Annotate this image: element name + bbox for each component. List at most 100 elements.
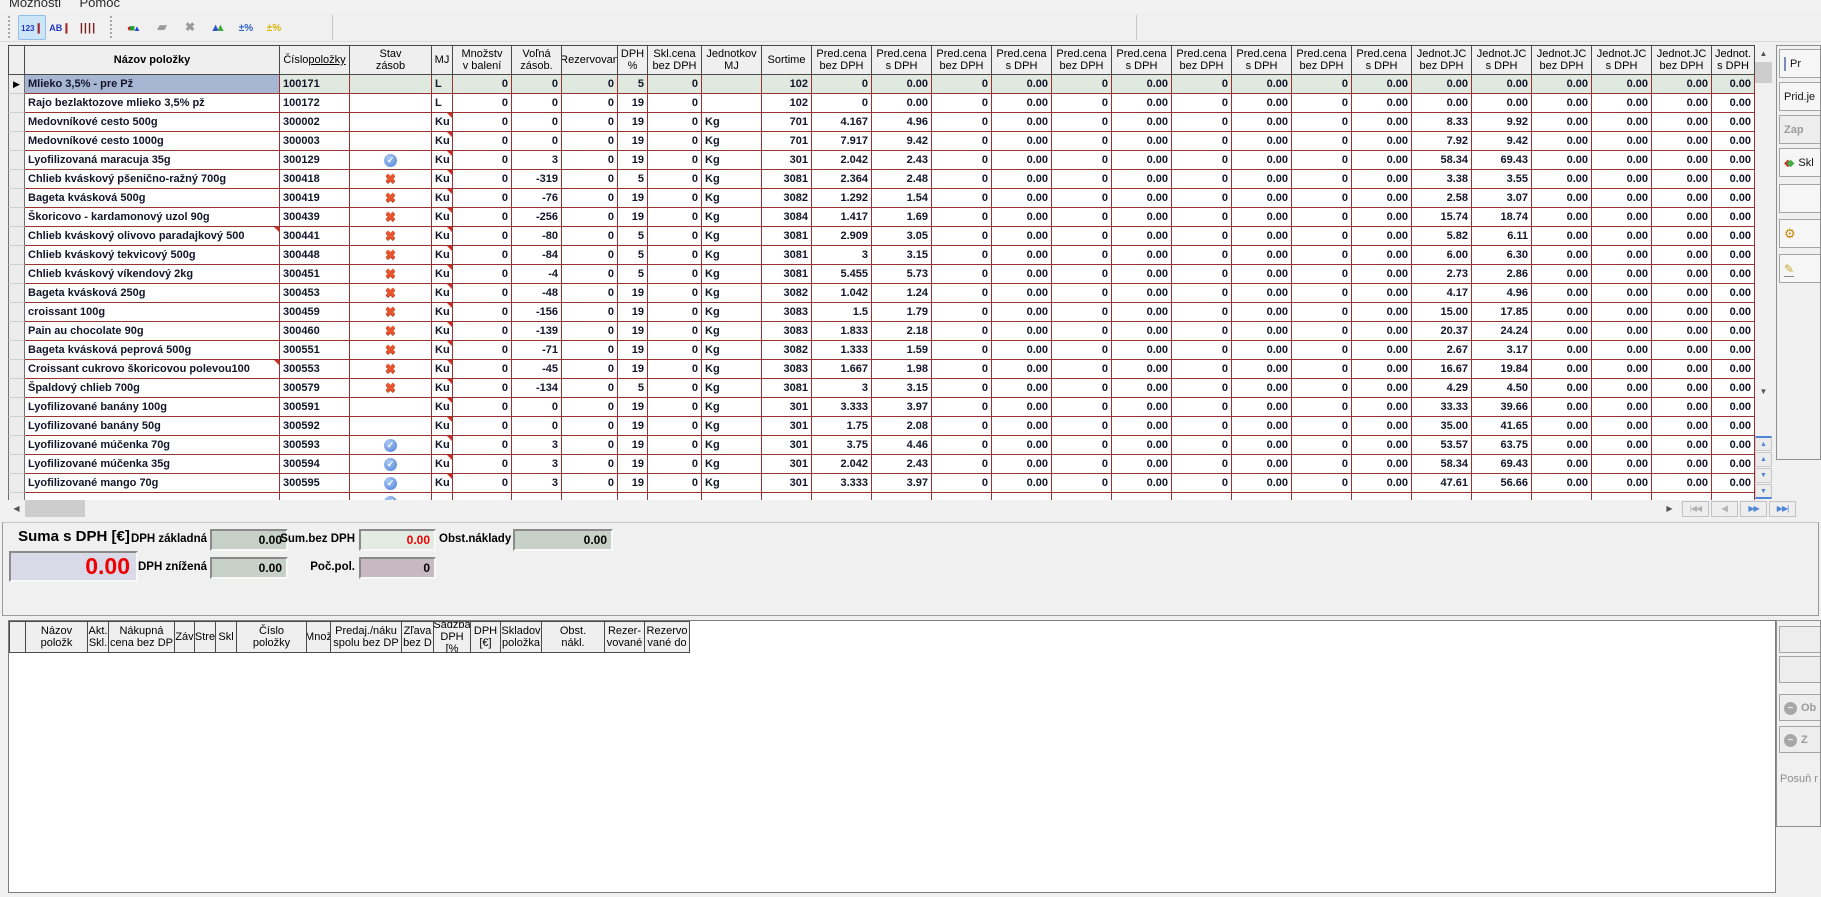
grid-cell[interactable]: 0.00 — [1232, 360, 1292, 379]
grid-cell[interactable]: 0.00 — [1532, 75, 1592, 94]
lower-panel-button-stamp-down[interactable] — [1779, 656, 1821, 683]
grid-cell[interactable]: 19 — [618, 360, 648, 379]
grid-cell[interactable]: 0 — [1172, 455, 1232, 474]
column-header[interactable]: DPH% — [618, 45, 648, 75]
grid-cell[interactable]: 0.00 — [1712, 303, 1755, 322]
grid-cell[interactable]: ✖ — [350, 360, 432, 379]
column-header[interactable]: Pred.cenabez DPH — [1292, 45, 1352, 75]
grid-cell[interactable]: 0 — [1292, 341, 1352, 360]
grid-cell[interactable]: 0 — [562, 436, 618, 455]
grid-cell[interactable]: 0.00 — [1112, 379, 1172, 398]
grid-cell[interactable] — [350, 132, 432, 151]
grid-cell[interactable]: 0.00 — [1352, 417, 1412, 436]
grid-cell[interactable]: 0.00 — [1532, 379, 1592, 398]
grid-cell[interactable]: 0.00 — [1532, 94, 1592, 113]
grid-cell[interactable]: 3.07 — [1472, 189, 1532, 208]
grid-cell[interactable]: 0 — [562, 322, 618, 341]
row-selector[interactable] — [8, 417, 25, 436]
grid-cell[interactable]: 1.5 — [812, 303, 872, 322]
grid-cell[interactable]: 0 — [932, 189, 992, 208]
grid-cell[interactable]: Kg — [702, 227, 762, 246]
grid-cell[interactable]: 0.00 — [1712, 170, 1755, 189]
grid-cell[interactable]: 19 — [618, 398, 648, 417]
toolbar-percent-blue-button[interactable]: ±% — [232, 15, 260, 40]
grid-cell[interactable]: 0 — [648, 474, 702, 493]
grid-cell[interactable]: 0.00 — [1712, 322, 1755, 341]
grid-cell[interactable]: 0.00 — [1652, 208, 1712, 227]
grid-cell[interactable]: 3084 — [762, 208, 812, 227]
grid-cell[interactable]: Mlieko 3,5% - pre Pž — [25, 75, 280, 94]
grid-cell[interactable]: 0.00 — [1532, 322, 1592, 341]
table-row[interactable]: Chlieb kváskový olivovo paradajkový 5003… — [8, 227, 1755, 246]
grid-cell[interactable]: 0 — [1172, 132, 1232, 151]
grid-cell[interactable]: 300553 — [280, 360, 350, 379]
grid-cell[interactable]: 9.92 — [1472, 113, 1532, 132]
grid-cell[interactable]: 300419 — [280, 189, 350, 208]
grid-cell[interactable]: Ku — [432, 455, 453, 474]
grid-cell[interactable]: 0.00 — [1352, 151, 1412, 170]
grid-cell[interactable]: 3081 — [762, 265, 812, 284]
grid-cell[interactable]: 0 — [1052, 417, 1112, 436]
grid-cell[interactable]: 0 — [1172, 341, 1232, 360]
grid-cell[interactable]: 0.00 — [1232, 417, 1292, 436]
grid-cell[interactable]: 0 — [562, 113, 618, 132]
grid-cell[interactable]: 0.00 — [1652, 341, 1712, 360]
grid-cell[interactable]: Lyofilizované múčenka 35g — [25, 455, 280, 474]
row-selector[interactable] — [8, 493, 25, 500]
grid-cell[interactable]: ✖ — [350, 322, 432, 341]
grid-cell[interactable]: 0.00 — [992, 75, 1052, 94]
grid-cell[interactable]: 0.00 — [1112, 170, 1172, 189]
grid-cell[interactable]: 0 — [1172, 75, 1232, 94]
grid-cell[interactable]: 0.00 — [1112, 227, 1172, 246]
grid-cell[interactable]: Ku — [432, 265, 453, 284]
grid-cell[interactable]: 0.00 — [1712, 189, 1755, 208]
grid-cell[interactable]: 3081 — [762, 227, 812, 246]
grid-cell[interactable]: 0 — [453, 151, 512, 170]
grid-cell[interactable]: 0.00 — [992, 246, 1052, 265]
grid-cell[interactable]: 3081 — [762, 379, 812, 398]
grid-cell[interactable]: 0 — [1172, 151, 1232, 170]
grid-cell[interactable]: 2.042 — [812, 455, 872, 474]
grid-cell[interactable]: 3.333 — [812, 474, 872, 493]
grid-cell[interactable]: 0.00 — [1112, 246, 1172, 265]
grid-cell[interactable]: 0.00 — [1232, 284, 1292, 303]
grid-cell[interactable]: 0 — [648, 284, 702, 303]
grid-cell[interactable]: 300441 — [280, 227, 350, 246]
grid-cell[interactable]: 0 — [1172, 170, 1232, 189]
grid-cell[interactable]: ✖ — [350, 341, 432, 360]
grid-cell[interactable]: 56.66 — [1472, 474, 1532, 493]
grid-cell[interactable]: 5 — [618, 170, 648, 189]
grid-cell[interactable]: 19 — [618, 303, 648, 322]
grid-cell[interactable] — [992, 493, 1052, 500]
grid-cell[interactable]: ✓ — [350, 151, 432, 170]
grid-cell[interactable]: 0.00 — [1712, 360, 1755, 379]
grid-cell[interactable]: 0.00 — [1712, 436, 1755, 455]
grid-cell[interactable]: 4.96 — [1472, 284, 1532, 303]
grid-cell[interactable]: 1.292 — [812, 189, 872, 208]
grid-cell[interactable]: 0 — [648, 322, 702, 341]
grid-cell[interactable]: Chlieb kváskový víkendový 2kg — [25, 265, 280, 284]
grid-cell[interactable]: 58.34 — [1412, 151, 1472, 170]
grid-cell[interactable]: 0.00 — [1232, 398, 1292, 417]
grid-cell[interactable]: 0.00 — [1232, 265, 1292, 284]
scroll-right-icon[interactable]: ▶ — [1661, 500, 1678, 517]
grid-cell[interactable]: ✓ — [350, 436, 432, 455]
grid-cell[interactable]: Ku — [432, 246, 453, 265]
horizontal-scrollbar-thumb[interactable] — [25, 500, 85, 517]
scroll-page-down-button[interactable]: ▼ — [1755, 468, 1772, 483]
grid-cell[interactable]: 0 — [1292, 436, 1352, 455]
grid-cell[interactable]: 0.00 — [1232, 132, 1292, 151]
grid-cell[interactable]: 0.00 — [1352, 436, 1412, 455]
grid-cell[interactable]: 3 — [812, 379, 872, 398]
toolbar-shapes-button[interactable]: ●■▲ — [120, 15, 148, 40]
grid-cell[interactable] — [1652, 493, 1712, 500]
grid-cell[interactable]: 0.00 — [1652, 265, 1712, 284]
grid-cell[interactable]: ✖ — [350, 170, 432, 189]
grid-cell[interactable]: 0.00 — [1532, 189, 1592, 208]
grid-cell[interactable]: 0 — [562, 455, 618, 474]
lower-panel-button-stamp-up[interactable] — [1779, 626, 1821, 653]
grid-cell[interactable]: Ku — [432, 227, 453, 246]
grid-cell[interactable]: 0 — [648, 151, 702, 170]
column-header[interactable]: Jednot.JCs DPH — [1592, 45, 1652, 75]
grid-cell[interactable]: 0 — [1292, 284, 1352, 303]
